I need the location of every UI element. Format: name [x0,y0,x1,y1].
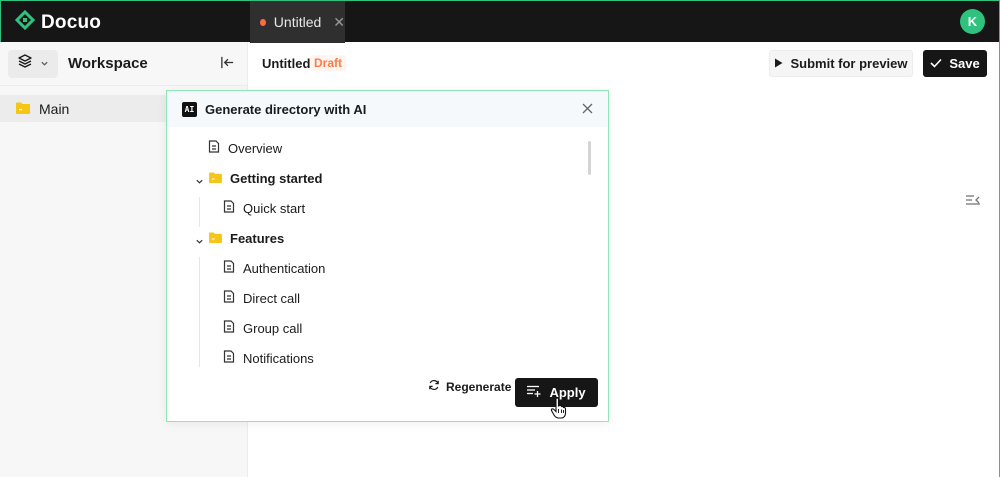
tree-item-folder[interactable]: Features [209,223,284,253]
tree-item-label: Authentication [243,260,326,276]
tree-item-label: Getting started [230,170,323,186]
tree-item-label: Features [230,230,285,246]
tree-item-label: Group call [243,320,303,336]
refresh-icon [428,379,440,394]
collapse-left-icon[interactable] [220,55,235,75]
ai-directory-panel: AI Generate directory with AI Overview G… [166,90,609,422]
divider [0,85,248,86]
preview-label: Submit for preview [790,56,908,71]
tree-guide-line [199,197,200,227]
tree-item-doc[interactable]: Group call [223,313,302,343]
check-icon [930,56,942,71]
tree-item-label: Quick start [243,200,306,216]
ai-icon: AI [182,101,197,117]
document-icon [208,140,220,156]
status-badge: Draft [310,55,347,71]
tree-guide-line [199,257,200,367]
sidebar-item-main[interactable]: Main [0,95,166,122]
unsaved-dot-icon [260,18,266,26]
chevron-down-icon[interactable] [195,173,204,191]
tab-untitled[interactable]: Untitled ✕ [250,1,345,43]
directory-tree: Overview Getting started Quick start Fea… [167,127,608,367]
apply-list-icon [527,385,541,400]
save-label: Save [949,56,980,71]
user-avatar[interactable]: K [960,9,985,34]
tree-item-doc[interactable]: Direct call [223,283,300,313]
tree-item-doc[interactable]: Authentication [223,253,325,283]
folder-icon [209,171,222,186]
document-icon [223,260,235,276]
submit-for-preview-button[interactable]: Submit for preview [769,50,913,77]
document-title[interactable]: Untitled [262,56,310,71]
layers-icon [17,53,33,74]
app-name: Docuo [41,11,102,33]
document-icon [223,350,235,366]
tree-item-label: Notifications [243,350,314,366]
hand-cursor-icon [550,397,568,424]
tree-item-label: Direct call [243,290,301,306]
play-icon [774,56,783,71]
document-icon [223,320,235,336]
tree-item-doc[interactable]: Overview [208,133,282,163]
tree-item-label: Overview [228,140,283,156]
tab-label: Untitled [273,14,322,30]
workspace-title: Workspace [68,55,148,72]
app-logo[interactable]: Docuo [14,9,102,35]
close-icon[interactable] [582,101,593,119]
sidebar-header: Workspace [0,42,247,85]
workspace-switcher-button[interactable] [8,49,58,78]
regenerate-label: Regenerate [446,379,512,394]
sidebar-item-label: Main [39,100,70,117]
save-button[interactable]: Save [923,50,987,77]
panel-header: AI Generate directory with AI [167,91,608,127]
folder-icon [209,231,222,246]
close-icon[interactable]: ✕ [333,14,345,31]
document-icon [223,200,235,216]
tree-item-doc[interactable]: Quick start [223,193,305,223]
folder-icon [16,101,30,117]
document-icon [223,290,235,306]
outline-toggle-icon[interactable] [966,193,980,211]
chevron-down-icon [40,55,49,73]
tree-item-folder[interactable]: Getting started [209,163,322,193]
chevron-down-icon[interactable] [195,233,204,251]
panel-title: Generate directory with AI [205,101,367,117]
top-bar: Docuo Untitled ✕ K [0,0,1000,43]
regenerate-button[interactable]: Regenerate [428,379,511,394]
scrollbar[interactable] [588,141,591,175]
tree-item-doc[interactable]: Notifications [223,343,314,367]
docuo-logo-icon [14,9,36,35]
